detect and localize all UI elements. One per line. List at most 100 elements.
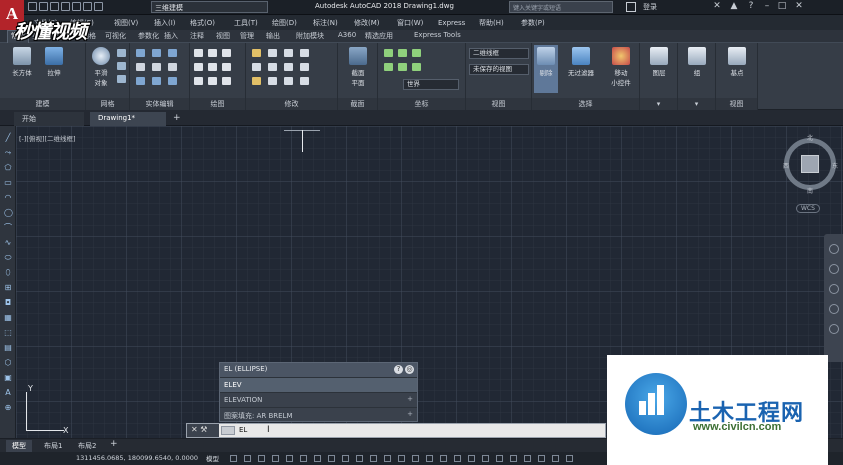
line-icon[interactable]: ╱: [4, 134, 12, 142]
help-icon[interactable]: ?: [744, 0, 758, 13]
otrack-icon[interactable]: [300, 455, 307, 462]
orbit-icon[interactable]: [829, 304, 839, 314]
ucs-origin-icon[interactable]: [398, 63, 407, 71]
panel-label-expander[interactable]: ▾: [640, 98, 677, 110]
annotation-monitor-icon[interactable]: [468, 455, 475, 462]
panel-label[interactable]: 实体编辑: [130, 98, 189, 110]
polar-icon[interactable]: [272, 455, 279, 462]
visual-style-select[interactable]: 二维线框: [469, 48, 529, 59]
scale-icon[interactable]: [300, 63, 309, 71]
section-plane-button[interactable]: 截面 平面: [342, 47, 374, 87]
workspace-select[interactable]: 三维建模: [151, 1, 268, 13]
gradient-icon[interactable]: ▤: [4, 344, 12, 352]
print-icon[interactable]: [72, 2, 81, 11]
menu-item[interactable]: 格式(O): [190, 18, 215, 28]
move-icon[interactable]: [252, 49, 261, 57]
viewcube-east[interactable]: 东: [832, 161, 838, 170]
menu-item[interactable]: 工具(T): [234, 18, 258, 28]
region-icon[interactable]: ⬡: [4, 359, 12, 367]
table-icon[interactable]: ▣: [4, 374, 12, 382]
rectangle-icon[interactable]: [194, 77, 203, 85]
ribbon-tab[interactable]: A360: [338, 31, 356, 39]
hatch-icon[interactable]: ⬚: [4, 329, 12, 337]
tab-model[interactable]: 模型: [6, 440, 32, 452]
panel-label[interactable]: 建模: [0, 98, 85, 110]
mirror-icon[interactable]: [252, 63, 261, 71]
selection-cycling-icon[interactable]: [342, 455, 349, 462]
minimize-icon[interactable]: –: [760, 0, 774, 13]
taper-icon[interactable]: [168, 77, 177, 85]
base-point-button[interactable]: 基点: [722, 47, 752, 77]
expand-icon[interactable]: +: [407, 410, 413, 418]
polyline-icon[interactable]: [208, 49, 217, 57]
showmotion-icon[interactable]: [829, 324, 839, 334]
panel-label-expander[interactable]: ▾: [678, 98, 715, 110]
menu-item[interactable]: Express: [438, 19, 465, 27]
add-layout-icon[interactable]: +: [110, 439, 118, 449]
help-icon[interactable]: ?: [394, 365, 403, 374]
ortho-icon[interactable]: [258, 455, 265, 462]
erase-icon[interactable]: [268, 77, 277, 85]
viewcube-north[interactable]: 北: [807, 133, 813, 142]
circle-icon[interactable]: [222, 63, 231, 71]
slice-icon[interactable]: [136, 63, 145, 71]
autocomplete-item[interactable]: ELEV: [220, 377, 417, 392]
ucs-z-icon[interactable]: [384, 63, 393, 71]
clean-screen-icon[interactable]: [552, 455, 559, 462]
open-file-icon[interactable]: [39, 2, 48, 11]
zoom-icon[interactable]: [829, 284, 839, 294]
osnap-icon[interactable]: [286, 455, 293, 462]
ribbon-tab[interactable]: 精选应用: [365, 31, 393, 41]
isolate-objects-icon[interactable]: [524, 455, 531, 462]
ucs-x-icon[interactable]: [398, 49, 407, 57]
units-icon[interactable]: [482, 455, 489, 462]
groups-button[interactable]: 组: [684, 47, 710, 77]
revcloud-icon[interactable]: ⌒: [4, 224, 12, 232]
panel-label[interactable]: 截面: [338, 98, 377, 110]
annotation-scale-icon[interactable]: [440, 455, 447, 462]
steering-wheel-icon[interactable]: [829, 244, 839, 254]
ribbon-tab[interactable]: 可视化: [105, 31, 126, 41]
panel-label[interactable]: 网格: [86, 98, 129, 110]
undo-icon[interactable]: [83, 2, 92, 11]
autocomplete-item[interactable]: ELEVATION +: [220, 392, 417, 407]
grid-icon[interactable]: [230, 455, 237, 462]
close-icon[interactable]: ✕: [792, 0, 806, 13]
ribbon-tab[interactable]: 注释: [190, 31, 204, 41]
saved-view-select[interactable]: 未保存的视图: [469, 64, 529, 75]
menu-item[interactable]: 插入(I): [154, 18, 176, 28]
menu-item[interactable]: 窗口(W): [397, 18, 423, 28]
viewcube-west[interactable]: 西: [783, 161, 789, 170]
insert-block-icon[interactable]: ⊞: [4, 284, 12, 292]
save-icon[interactable]: [50, 2, 59, 11]
new-tab-icon[interactable]: +: [173, 113, 181, 123]
menu-item[interactable]: 视图(V): [114, 18, 138, 28]
polyline-icon[interactable]: ⤳: [4, 149, 12, 157]
array-icon[interactable]: [252, 77, 261, 85]
box-button[interactable]: 长方体: [6, 47, 38, 77]
graphics-performance-icon[interactable]: [538, 455, 545, 462]
ribbon-tab[interactable]: 管理: [240, 31, 254, 41]
viewcube-south[interactable]: 南: [807, 186, 813, 195]
mesh-tool-icon[interactable]: [117, 62, 126, 70]
command-close-icon[interactable]: ✕ ⚒: [187, 424, 219, 437]
offset-icon[interactable]: [284, 77, 293, 85]
tab-layout1[interactable]: 布局1: [38, 440, 68, 452]
make-block-icon[interactable]: ◘: [4, 299, 12, 307]
dynamic-ucs-icon[interactable]: [370, 455, 377, 462]
wcs-menu[interactable]: WCS: [796, 204, 820, 213]
tab-start[interactable]: 开始: [14, 112, 84, 126]
redo-icon[interactable]: [94, 2, 103, 11]
ucs-3point-icon[interactable]: [412, 63, 421, 71]
line-icon[interactable]: [194, 49, 203, 57]
ellipse-icon[interactable]: [208, 77, 217, 85]
autocomplete-item[interactable]: 图案填充: AR BRELM +: [220, 407, 417, 422]
panel-label[interactable]: 选择: [532, 98, 639, 110]
a360-icon[interactable]: ▲: [727, 0, 741, 13]
command-input[interactable]: EL: [239, 426, 247, 434]
new-file-icon[interactable]: [28, 2, 37, 11]
workspace-switch-icon[interactable]: [454, 455, 461, 462]
ribbon-tab[interactable]: 插入: [164, 31, 178, 41]
no-filter-button[interactable]: 无过滤器: [562, 47, 600, 77]
smooth-object-button[interactable]: 平滑 对象: [88, 47, 114, 87]
